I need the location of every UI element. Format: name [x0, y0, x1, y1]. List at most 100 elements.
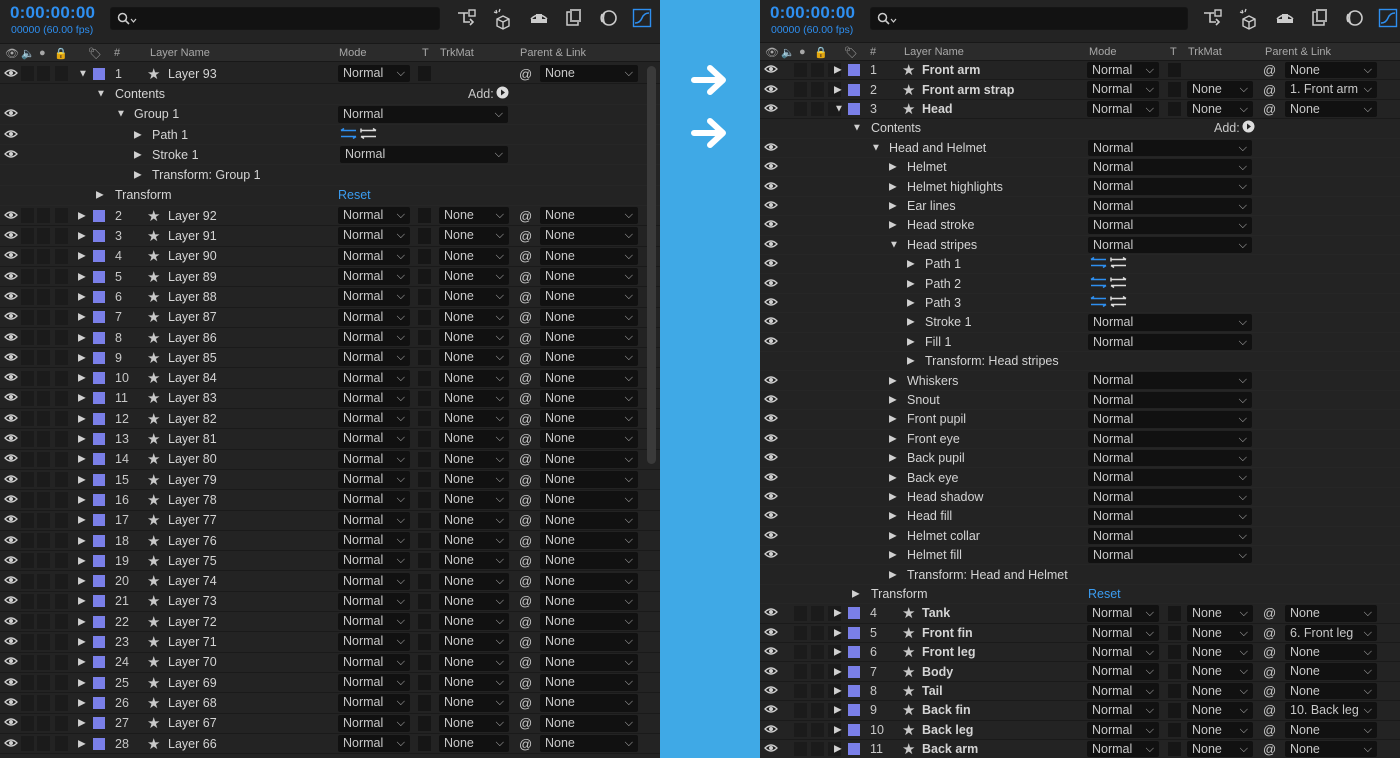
layer-row[interactable]: ▶ 17 ★ Layer 77 Normal ⌵ None ⌵ @ None ⌵: [0, 511, 660, 531]
audio-column-icon[interactable]: 🔈: [21, 47, 35, 60]
parent-dropdown[interactable]: None ⌵: [540, 511, 638, 529]
lock-switch[interactable]: [55, 329, 68, 346]
layer-name[interactable]: Layer 66: [168, 737, 217, 751]
shy-layers-icon[interactable]: [1274, 8, 1296, 28]
lock-switch[interactable]: [55, 66, 68, 82]
parent-pickwhip-icon[interactable]: @: [519, 289, 532, 304]
eye-icon[interactable]: [4, 331, 18, 345]
parent-dropdown[interactable]: None ⌵: [1285, 100, 1377, 118]
eye-icon[interactable]: [4, 290, 18, 304]
label-color-swatch[interactable]: [93, 534, 105, 547]
eye-icon[interactable]: [764, 548, 778, 562]
solo-switch[interactable]: [37, 228, 50, 244]
expand-triangle-icon[interactable]: ▶: [907, 336, 915, 347]
layer-row[interactable]: ▶ 8 ★ Layer 86 Normal ⌵ None ⌵ @ None ⌵: [0, 328, 660, 349]
transform-row[interactable]: ▶ Transform Reset: [760, 585, 1400, 605]
audio-switch[interactable]: [21, 532, 34, 549]
audio-switch[interactable]: [21, 675, 34, 691]
shape-group-row[interactable]: ▶ Ear lines Normal ⌵: [760, 197, 1400, 217]
layer-name[interactable]: Layer 90: [168, 249, 217, 263]
parent-dropdown[interactable]: None ⌵: [540, 572, 638, 590]
parent-pickwhip-icon[interactable]: @: [519, 229, 532, 244]
mode-dropdown[interactable]: Normal ⌵: [338, 308, 410, 326]
add-menu-label[interactable]: Add:: [1214, 121, 1240, 135]
expand-triangle-icon[interactable]: ▶: [78, 738, 86, 749]
parent-dropdown[interactable]: None ⌵: [540, 430, 638, 448]
audio-switch[interactable]: [21, 634, 34, 650]
eye-icon[interactable]: [4, 676, 18, 690]
lock-switch[interactable]: [55, 735, 68, 752]
lock-switch[interactable]: [55, 532, 68, 549]
parent-dropdown[interactable]: None ⌵: [1285, 682, 1377, 700]
expand-triangle-icon[interactable]: ▶: [834, 666, 842, 677]
layer-name[interactable]: Layer 83: [168, 391, 217, 405]
shape-group-row[interactable]: ▶ Head shadow Normal ⌵: [760, 488, 1400, 508]
audio-switch[interactable]: [21, 431, 34, 447]
property-name[interactable]: Front pupil: [907, 412, 966, 426]
head-helmet-group-row[interactable]: ▼ Head and Helmet Normal ⌵: [760, 139, 1400, 158]
layer-name[interactable]: Layer 79: [168, 473, 217, 487]
expand-triangle-icon[interactable]: ▶: [834, 744, 842, 755]
parent-dropdown[interactable]: None ⌵: [540, 653, 638, 671]
expand-triangle-icon[interactable]: ▶: [889, 511, 897, 522]
frame-blending-icon[interactable]: [564, 8, 584, 28]
audio-switch[interactable]: [21, 593, 34, 610]
col-trkmat[interactable]: TrkMat: [1188, 46, 1222, 58]
track-matte-toggle[interactable]: [1168, 664, 1181, 679]
parent-dropdown[interactable]: None ⌵: [1285, 644, 1377, 661]
parent-dropdown[interactable]: None ⌵: [540, 552, 638, 570]
col-layer-name[interactable]: Layer Name: [150, 47, 210, 59]
shape-group-row[interactable]: ▶ Helmet Normal ⌵: [760, 158, 1400, 178]
track-matte-toggle[interactable]: [418, 553, 431, 569]
add-play-icon[interactable]: [1242, 120, 1255, 136]
property-name[interactable]: Front eye: [907, 432, 960, 446]
trkmat-dropdown[interactable]: None ⌵: [439, 389, 509, 408]
label-color-swatch[interactable]: [93, 230, 105, 243]
graph-editor-icon[interactable]: [632, 8, 652, 28]
trkmat-dropdown[interactable]: None ⌵: [439, 349, 509, 367]
layer-name[interactable]: Back fin: [922, 703, 971, 717]
solo-switch[interactable]: [37, 553, 50, 569]
eye-icon[interactable]: [4, 67, 18, 81]
expand-triangle-icon[interactable]: ▶: [78, 616, 86, 627]
add-play-icon[interactable]: [496, 86, 509, 102]
property-name[interactable]: Helmet: [907, 160, 947, 174]
track-matte-toggle[interactable]: [418, 431, 431, 447]
mode-dropdown[interactable]: Normal ⌵: [1087, 644, 1159, 661]
parent-pickwhip-icon[interactable]: @: [519, 574, 532, 589]
parent-pickwhip-icon[interactable]: @: [519, 66, 532, 81]
layer-name[interactable]: Layer 91: [168, 229, 217, 243]
solo-switch[interactable]: [37, 735, 50, 752]
property-name[interactable]: Transform: Group 1: [152, 168, 261, 182]
lock-switch[interactable]: [55, 208, 68, 224]
label-color-swatch[interactable]: [93, 250, 105, 263]
lock-switch[interactable]: [55, 289, 68, 305]
parent-dropdown[interactable]: None ⌵: [540, 65, 638, 83]
eye-icon[interactable]: [4, 493, 18, 507]
layer-name[interactable]: Back leg: [922, 723, 973, 737]
parent-dropdown[interactable]: None ⌵: [540, 633, 638, 651]
mode-dropdown[interactable]: Normal ⌵: [338, 552, 410, 570]
lock-switch[interactable]: [55, 269, 68, 285]
parent-pickwhip-icon[interactable]: @: [519, 411, 532, 426]
shape-group-row[interactable]: ▶ Front pupil Normal ⌵: [760, 410, 1400, 430]
expand-triangle-icon[interactable]: ▶: [78, 352, 86, 363]
expand-triangle-icon[interactable]: ▶: [78, 251, 86, 262]
audio-switch[interactable]: [21, 735, 34, 752]
fill-row[interactable]: ▶ Fill 1 Normal ⌵: [760, 333, 1400, 352]
layer-name[interactable]: Layer 93: [168, 67, 217, 81]
layer-name[interactable]: Layer 73: [168, 594, 217, 608]
label-color-swatch[interactable]: [848, 83, 860, 96]
track-matte-toggle[interactable]: [1168, 82, 1181, 97]
mode-dropdown[interactable]: Normal ⌵: [338, 592, 410, 611]
eye-icon[interactable]: [764, 432, 778, 446]
eye-icon[interactable]: [764, 471, 778, 485]
eye-icon[interactable]: [764, 277, 778, 291]
mode-dropdown[interactable]: Normal ⌵: [338, 268, 410, 286]
eye-icon[interactable]: [4, 351, 18, 365]
layer-row[interactable]: ▶ 11 ★ Layer 83 Normal ⌵ None ⌵ @ None ⌵: [0, 389, 660, 410]
mode-dropdown[interactable]: Normal ⌵: [338, 247, 410, 265]
track-matte-toggle[interactable]: [418, 248, 431, 264]
parent-pickwhip-icon[interactable]: @: [519, 310, 532, 325]
expand-triangle-icon[interactable]: ▶: [907, 259, 915, 270]
